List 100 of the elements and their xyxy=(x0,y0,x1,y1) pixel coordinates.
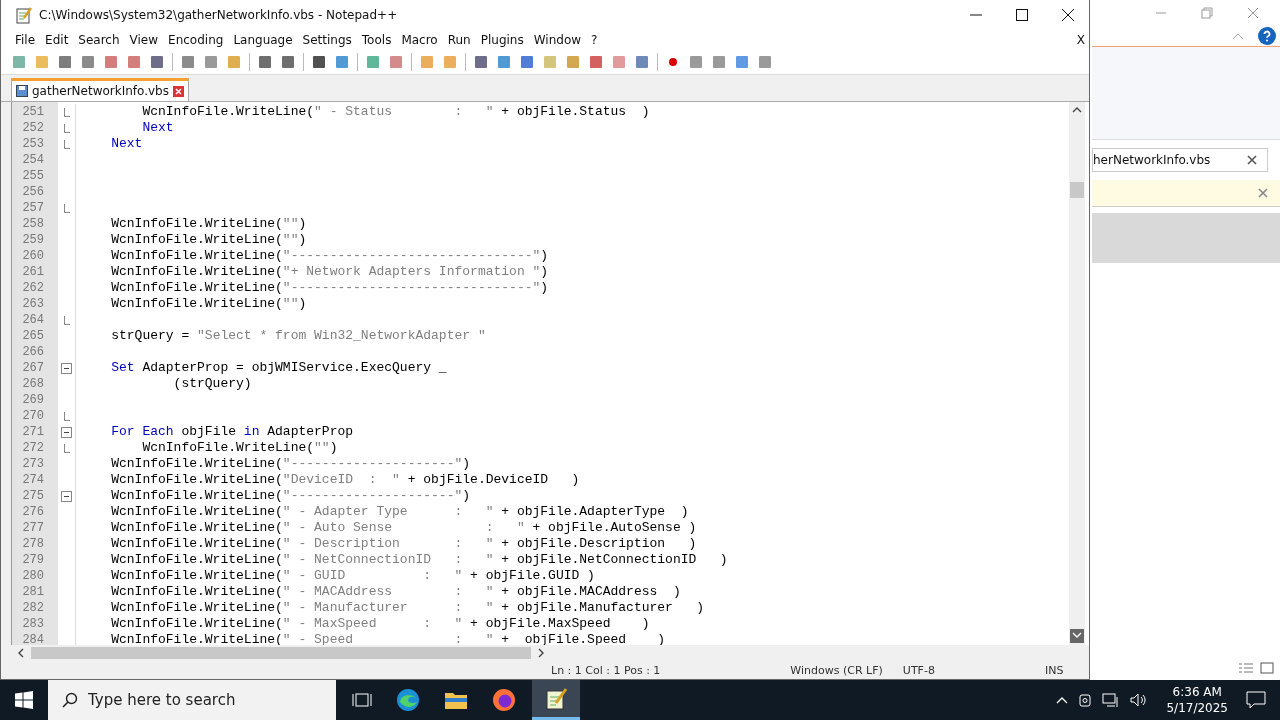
taskbar-app-button[interactable] xyxy=(532,680,580,720)
scroll-down-icon[interactable] xyxy=(1070,629,1084,643)
code-line: WcnInfoFile.WriteLine(" - MACAddress : " + objFile.MACAddress ) xyxy=(110,584,681,600)
menu-item[interactable]: View xyxy=(129,33,166,47)
toolbar-icon[interactable] xyxy=(473,54,489,70)
scrollbar-thumb[interactable] xyxy=(31,647,531,659)
task-view-icon[interactable] xyxy=(352,691,372,709)
menu-item[interactable]: Plugins xyxy=(480,33,531,47)
notepad-icon xyxy=(544,686,568,711)
line-number: 255 xyxy=(21,168,45,184)
line-number: 266 xyxy=(21,344,45,360)
fold-toggle-icon[interactable] xyxy=(61,362,72,374)
close-document-button[interactable]: X xyxy=(1076,33,1089,47)
browser-icon[interactable] xyxy=(396,688,420,712)
line-number: 256 xyxy=(21,184,45,200)
code-line: WcnInfoFile.WriteLine("---------------------") xyxy=(110,488,471,504)
line-number: 271 xyxy=(21,424,45,440)
code-line: Next xyxy=(141,120,174,136)
menu-item[interactable]: Search xyxy=(78,33,127,47)
help-icon[interactable] xyxy=(1258,27,1276,45)
code-line: Next xyxy=(110,136,143,152)
code-line: WcnInfoFile.WriteLine("-------------------------------") xyxy=(110,280,549,296)
notepad-icon xyxy=(15,6,33,24)
menu-item[interactable]: Encoding xyxy=(168,33,231,47)
line-number: 262 xyxy=(21,280,45,296)
speaker-icon[interactable] xyxy=(1130,692,1149,708)
window-title: C:\Windows\System32\gatherNetworkInfo.vbs - Notepad++ xyxy=(39,8,398,22)
menu-item[interactable]: Language xyxy=(233,33,300,47)
fold-toggle-icon[interactable] xyxy=(61,490,72,502)
toolbar-icon[interactable] xyxy=(57,54,73,70)
fold-end-icon xyxy=(63,315,70,325)
line-number: 282 xyxy=(21,600,45,616)
line-number: 261 xyxy=(21,264,45,280)
scroll-left-icon[interactable] xyxy=(17,648,25,658)
code-line: WcnInfoFile.WriteLine(" - Adapter Type : " + objFile.AdapterType ) xyxy=(110,504,689,520)
line-number: 273 xyxy=(21,456,45,472)
toolbar-icon[interactable] xyxy=(257,54,273,70)
firefox-icon[interactable] xyxy=(492,688,516,712)
scroll-right-icon[interactable] xyxy=(537,648,545,658)
menu-item[interactable]: File xyxy=(15,33,43,47)
code-line: WcnInfoFile.WriteLine(" - GUID : " + objFile.GUID ) xyxy=(110,568,595,584)
toolbar-icon[interactable] xyxy=(80,54,96,70)
fold-toggle-icon[interactable] xyxy=(61,426,72,438)
code-line: WcnInfoFile.WriteLine(" - Description : " + objFile.Description ) xyxy=(110,536,697,552)
start-icon[interactable] xyxy=(15,691,33,709)
menu-item[interactable]: Edit xyxy=(45,33,76,47)
toolbar-icon[interactable] xyxy=(634,54,650,70)
scrollbar-thumb[interactable] xyxy=(1070,182,1084,198)
code-line: WcnInfoFile.WriteLine("DeviceID : " + objFile.DeviceID ) xyxy=(110,472,580,488)
menu-item[interactable]: Run xyxy=(447,33,478,47)
line-number: 270 xyxy=(21,408,45,424)
toolbar-icon[interactable] xyxy=(311,54,327,70)
close-icon[interactable] xyxy=(1247,155,1257,165)
code-line: WcnInfoFile.WriteLine("") xyxy=(110,296,307,312)
code-line: WcnInfoFile.WriteLine(" - NetConnectionID : " + objFile.NetConnectionID ) xyxy=(110,552,728,568)
code-line: Set AdapterProp = objWMIService.ExecQuery _ xyxy=(110,360,447,376)
clock-time[interactable]: 6:36 AM xyxy=(1172,684,1222,700)
file-tab[interactable]: herNetworkInfo.vbs xyxy=(1092,148,1268,172)
line-number: 277 xyxy=(21,520,45,536)
scroll-up-icon[interactable] xyxy=(1072,106,1082,114)
clock-date[interactable]: 5/17/2025 xyxy=(1166,700,1228,716)
code-line: WcnInfoFile.WriteLine("") xyxy=(141,440,338,456)
menu-item[interactable]: Window xyxy=(533,33,589,47)
status-text: Ln : 1 Col : 1 Pos : 1 xyxy=(551,663,661,677)
notification-icon[interactable] xyxy=(1246,691,1266,709)
menu-item[interactable]: Tools xyxy=(361,33,399,47)
network-icon[interactable] xyxy=(1102,692,1121,708)
menu-item[interactable]: ? xyxy=(591,33,605,47)
status-text: UTF-8 xyxy=(902,663,935,677)
code-line: WcnInfoFile.WriteLine(" - Status : " + objFile.Status ) xyxy=(141,104,650,120)
device-icon[interactable] xyxy=(1078,692,1093,708)
line-number: 265 xyxy=(21,328,45,344)
thumbnail-view-icon[interactable] xyxy=(1260,662,1274,674)
toolbar-icon[interactable] xyxy=(149,54,165,70)
line-number: 268 xyxy=(21,376,45,392)
code-line: WcnInfoFile.WriteLine(" - Auto Sense : " + objFile.AutoSense ) xyxy=(110,520,697,536)
close-icon[interactable] xyxy=(1061,8,1075,22)
line-number: 284 xyxy=(21,632,45,645)
maximize-icon[interactable] xyxy=(1015,8,1029,22)
toolbar-icon[interactable] xyxy=(588,54,604,70)
restore-icon[interactable] xyxy=(1200,6,1214,20)
code-line: (strQuery) xyxy=(172,376,252,392)
vertical-scrollbar[interactable] xyxy=(1069,102,1085,645)
toolbar-icon[interactable] xyxy=(180,54,196,70)
line-number: 280 xyxy=(21,568,45,584)
toolbar-icon[interactable] xyxy=(280,54,296,70)
line-number: 252 xyxy=(21,120,45,136)
menu-item[interactable]: Settings xyxy=(302,33,359,47)
search-field[interactable]: Type here to search xyxy=(48,680,336,720)
save-icon xyxy=(16,85,28,97)
details-view-icon[interactable] xyxy=(1238,662,1254,674)
toolbar-icon[interactable] xyxy=(519,54,535,70)
menu-item[interactable]: Macro xyxy=(401,33,445,47)
line-number: 278 xyxy=(21,536,45,552)
file-tab[interactable]: gatherNetworkInfo.vbs xyxy=(11,78,189,101)
line-number: 263 xyxy=(21,296,45,312)
code-line: strQuery = "Select * from Win32_NetworkAdapter " xyxy=(110,328,486,344)
code-line: WcnInfoFile.WriteLine(" - Manufacturer : " + objFile.Manufacturer ) xyxy=(110,600,705,616)
code-line: WcnInfoFile.WriteLine("---------------------") xyxy=(110,456,471,472)
fold-end-icon xyxy=(63,203,70,213)
